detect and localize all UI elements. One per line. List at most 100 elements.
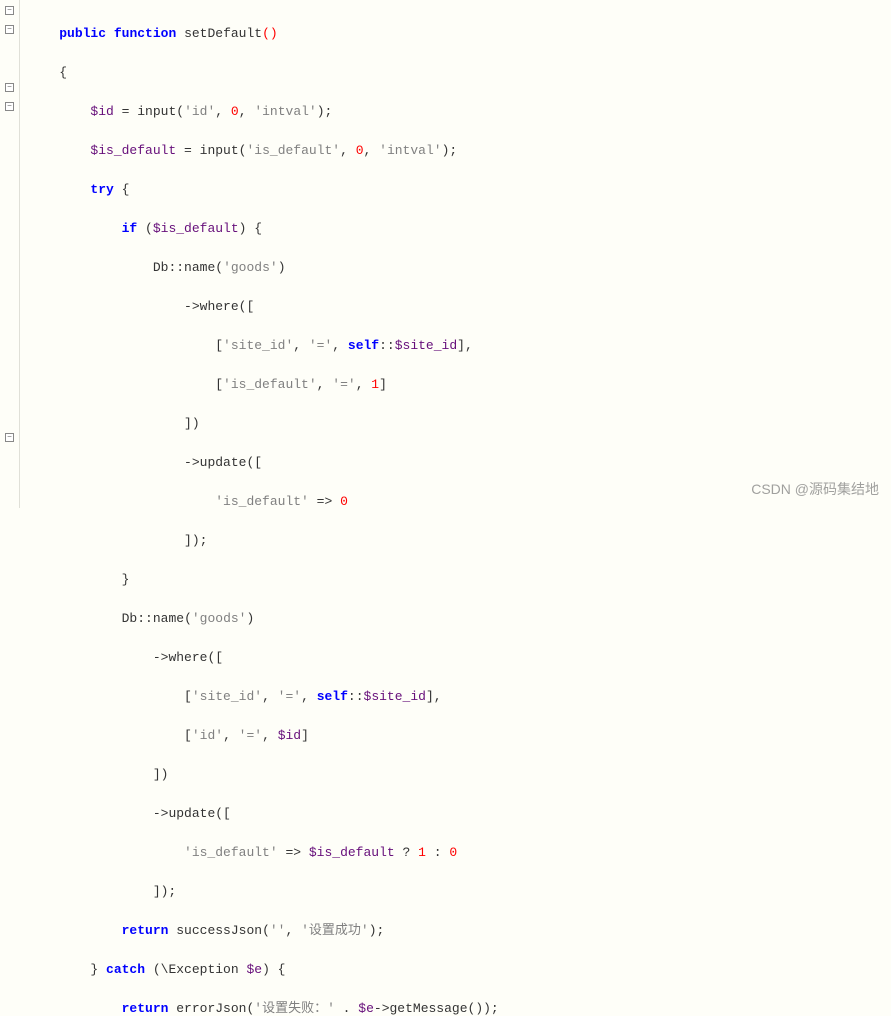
code-line: ]); <box>0 882 891 902</box>
fold-toggle-icon[interactable]: − <box>5 83 14 92</box>
paren: ) <box>246 611 254 626</box>
code-gutter: − − − − − <box>0 0 20 508</box>
comma: , <box>285 923 301 938</box>
code-line: 'is_default' => $is_default ? 1 : 0 <box>0 843 891 863</box>
keyword: self <box>317 689 348 704</box>
comma: , <box>364 143 380 158</box>
string: 'is_default' <box>184 845 278 860</box>
fold-toggle-icon[interactable]: − <box>5 25 14 34</box>
string: 'goods' <box>223 260 278 275</box>
code-line: Db::name('goods') <box>0 609 891 629</box>
keyword: self <box>348 338 379 353</box>
code-line: return successJson('', '设置成功'); <box>0 921 891 941</box>
comma: , <box>293 338 309 353</box>
method: update <box>168 806 215 821</box>
keyword: if <box>122 221 138 236</box>
comma: , <box>356 377 372 392</box>
paren: ); <box>369 923 385 938</box>
paren: ) { <box>262 962 285 977</box>
operator: : <box>426 845 449 860</box>
bracket: ]); <box>153 884 176 899</box>
number: 1 <box>418 845 426 860</box>
code-line: } catch (\Exception $e) { <box>0 960 891 980</box>
string: 'intval' <box>254 104 316 119</box>
arrow: -> <box>184 455 200 470</box>
brace: } <box>90 962 106 977</box>
operator: :: <box>137 611 153 626</box>
variable: $e <box>246 962 262 977</box>
variable: $e <box>358 1001 374 1016</box>
code-line: } <box>0 570 891 590</box>
function-name: setDefault <box>184 26 262 41</box>
variable: $site_id <box>395 338 457 353</box>
paren: ) { <box>239 221 262 236</box>
operator: ? <box>395 845 418 860</box>
bracket: [ <box>215 338 223 353</box>
function-call: successJson <box>168 923 262 938</box>
string: 'intval' <box>379 143 441 158</box>
comma: , <box>239 104 255 119</box>
method: where <box>168 650 207 665</box>
code-line: ['id', '=', $id] <box>0 726 891 746</box>
paren: ( <box>246 1001 254 1016</box>
keyword: return <box>122 1001 169 1016</box>
keyword: public <box>59 26 106 41</box>
bracket: ]); <box>184 533 207 548</box>
comma: , <box>215 104 231 119</box>
fold-toggle-icon[interactable]: − <box>5 433 14 442</box>
code-line: ['site_id', '=', self::$site_id], <box>0 687 891 707</box>
method: name <box>184 260 215 275</box>
bracket: [ <box>184 689 192 704</box>
variable: $is_default <box>153 221 239 236</box>
paren: ); <box>442 143 458 158</box>
bracket: [ <box>215 377 223 392</box>
code-line: ]) <box>0 765 891 785</box>
string: '=' <box>309 338 332 353</box>
string: 'is_default' <box>215 494 309 509</box>
brace: { <box>59 65 67 80</box>
string: 'is_default' <box>246 143 340 158</box>
bracket: [ <box>184 728 192 743</box>
paren: ); <box>317 104 333 119</box>
string: '=' <box>239 728 262 743</box>
variable: $is_default <box>90 143 176 158</box>
paren: ([ <box>207 650 223 665</box>
paren: ( <box>137 221 153 236</box>
method: name <box>153 611 184 626</box>
variable: $id <box>278 728 301 743</box>
function-call: input <box>137 104 176 119</box>
number: 0 <box>340 494 348 509</box>
code-line: $id = input('id', 0, 'intval'); <box>0 102 891 122</box>
fold-toggle-icon[interactable]: − <box>5 102 14 111</box>
string: 'id' <box>192 728 223 743</box>
code-line: ->where([ <box>0 648 891 668</box>
bracket: ], <box>457 338 473 353</box>
comma: , <box>301 689 317 704</box>
class-name: Db <box>153 260 169 275</box>
function-call: input <box>200 143 239 158</box>
bracket: ]) <box>184 416 200 431</box>
operator: :: <box>379 338 395 353</box>
code-line: Db::name('goods') <box>0 258 891 278</box>
paren: ( <box>176 104 184 119</box>
code-line: { <box>0 63 891 83</box>
code-line: ]) <box>0 414 891 434</box>
comma: , <box>262 689 278 704</box>
brace: { <box>114 182 130 197</box>
string: '设置成功' <box>301 923 369 938</box>
paren: ([ <box>215 806 231 821</box>
operator: :: <box>168 260 184 275</box>
string: 'goods' <box>192 611 247 626</box>
string: '=' <box>278 689 301 704</box>
arrow-op: => <box>278 845 309 860</box>
fold-toggle-icon[interactable]: − <box>5 6 14 15</box>
comma: , <box>223 728 239 743</box>
code-line: ->update([ <box>0 453 891 473</box>
operator: = <box>114 104 137 119</box>
string: '' <box>270 923 286 938</box>
brace: } <box>122 572 130 587</box>
arrow: -> <box>184 299 200 314</box>
arrow: -> <box>153 650 169 665</box>
code-line: return errorJson('设置失败：' . $e->getMessag… <box>0 999 891 1016</box>
code-block: public function setDefault() { $id = inp… <box>0 0 891 1016</box>
